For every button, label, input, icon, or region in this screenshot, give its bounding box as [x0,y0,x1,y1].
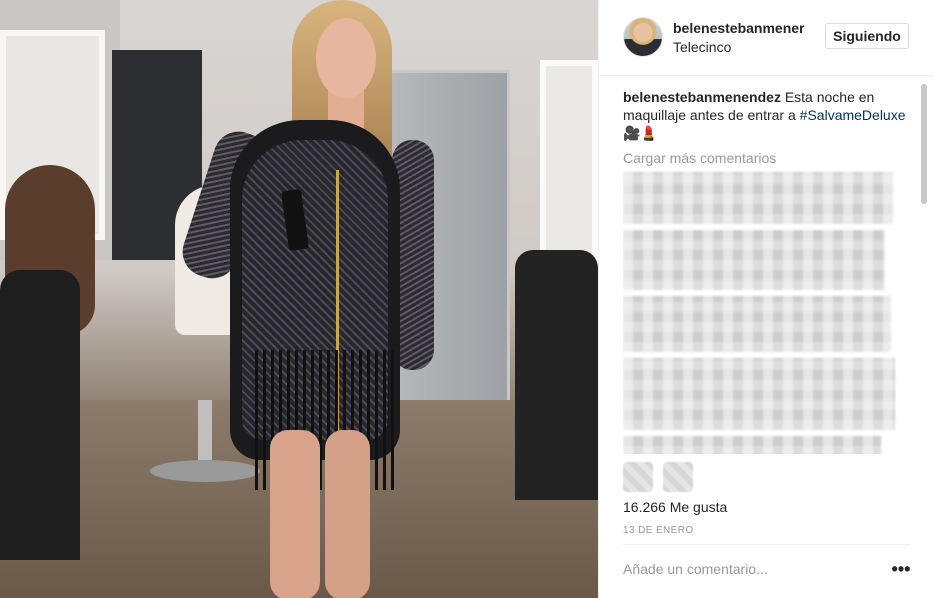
likes-count[interactable]: 16.266 Me gusta [623,499,727,515]
heart-icon[interactable] [623,462,653,492]
comment-input[interactable] [623,561,863,577]
pixelated-comment [623,436,881,454]
caption-emoji: 🎥💄 [623,125,658,141]
pixelated-comment [623,296,891,352]
post-date: 13 DE ENERO [623,525,694,536]
comments-scrollbar[interactable] [921,84,927,204]
woman-leg-right [325,430,370,598]
comments-section[interactable]: belenestebanmenendez Esta noche en maqui… [623,88,917,454]
post-actions [623,462,917,494]
woman-leg-left [270,430,320,598]
stool-pole [198,400,212,460]
author-username[interactable]: belenestebanmener [673,20,811,36]
post-caption: belenestebanmenendez Esta noche en maqui… [623,88,917,142]
stool-base [150,460,260,482]
pixelated-comment [623,358,895,430]
post-location[interactable]: Telecinco [673,39,731,55]
post-side-panel: belenestebanmener Telecinco Siguiendo be… [598,0,933,598]
post-header: belenestebanmener Telecinco Siguiendo [599,0,933,76]
avatar[interactable] [623,17,663,57]
mirror-right [540,60,598,280]
caption-hashtag[interactable]: #SalvameDeluxe [800,107,906,123]
salon-chair-left [0,270,80,560]
load-more-comments-link[interactable]: Cargar más comentarios [623,150,917,166]
caption-username[interactable]: belenestebanmenendez [623,89,781,105]
salon-chair-right [515,250,598,500]
add-comment-bar: ••• [623,544,910,598]
post-photo[interactable] [0,0,598,598]
woman-face [316,18,376,98]
comment-icon[interactable] [663,462,693,492]
more-options-icon[interactable]: ••• [889,559,913,579]
pixelated-comment [623,172,893,224]
pixelated-comment [623,230,885,290]
following-button[interactable]: Siguiendo [825,23,909,49]
